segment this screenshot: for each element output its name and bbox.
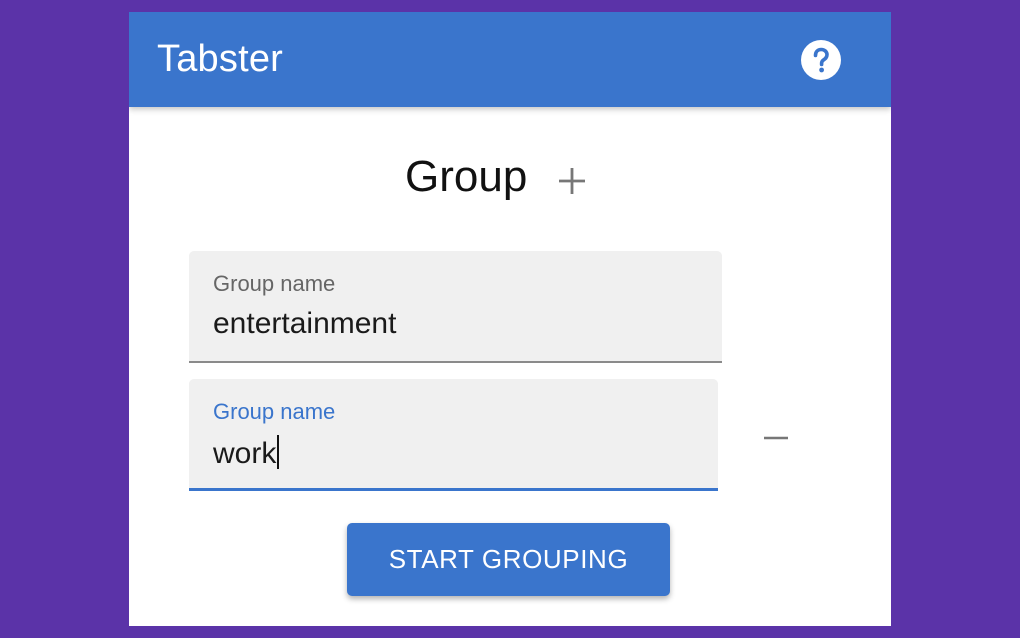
group-name-label: Group name: [213, 399, 336, 424]
minus-icon: [763, 428, 789, 446]
group-name-field-1[interactable]: Group name entertainment: [189, 251, 722, 363]
group-name-field-2[interactable]: Group name work: [189, 379, 718, 491]
remove-group-button[interactable]: [759, 422, 793, 452]
group-name-label: Group name: [213, 271, 336, 296]
extension-popup: Tabster Group Group name entertainment G…: [129, 12, 891, 626]
group-name-input[interactable]: entertainment: [213, 307, 693, 341]
add-group-button[interactable]: [553, 164, 591, 202]
text-caret: [277, 435, 280, 469]
app-title: Tabster: [157, 38, 284, 80]
plus-icon: [556, 165, 588, 202]
group-name-input[interactable]: work: [213, 435, 693, 471]
page-title: Group: [405, 152, 528, 201]
help-button[interactable]: [799, 39, 843, 86]
group-heading-row: Group: [129, 152, 891, 212]
app-bar: Tabster: [129, 12, 891, 107]
group-name-value: work: [213, 437, 277, 470]
help-circle-icon: [800, 39, 842, 86]
start-grouping-button[interactable]: START GROUPING: [347, 523, 670, 596]
